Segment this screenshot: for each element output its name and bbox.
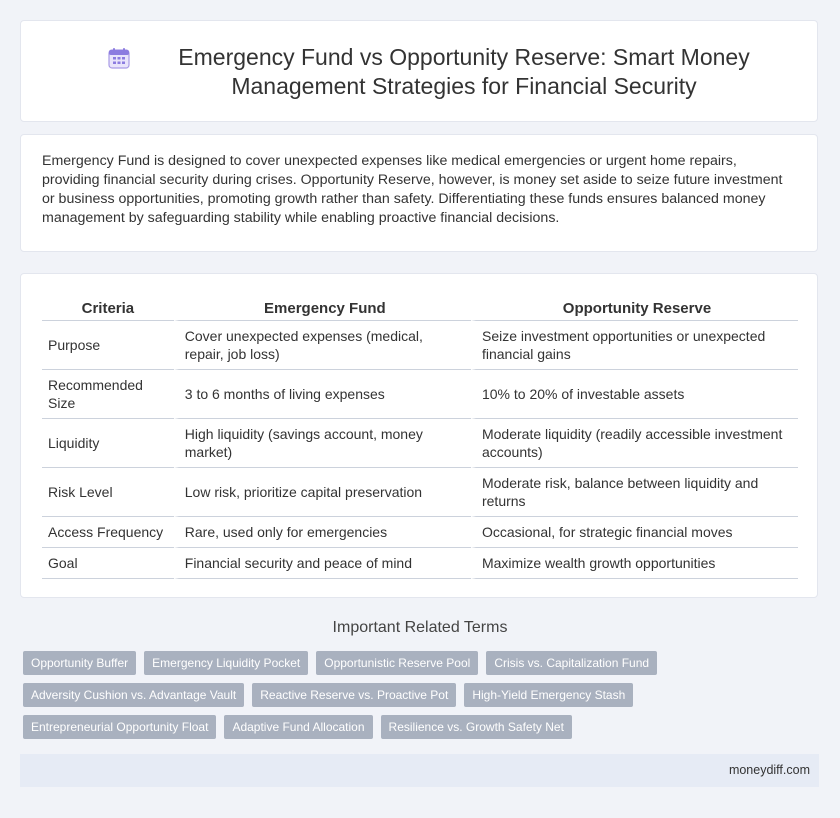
related-term-tag[interactable]: Emergency Liquidity Pocket xyxy=(144,651,309,675)
opportunity-reserve-cell: Moderate risk, balance between liquidity… xyxy=(470,468,798,517)
header-criteria: Criteria xyxy=(42,296,174,321)
title-card: Emergency Fund vs Opportunity Reserve: S… xyxy=(20,20,818,122)
comparison-table-card: Criteria Emergency Fund Opportunity Rese… xyxy=(20,273,818,598)
related-term-tag[interactable]: Adaptive Fund Allocation xyxy=(224,715,373,739)
table-row: Risk Level Low risk, prioritize capital … xyxy=(42,468,798,517)
header-emergency-fund: Emergency Fund xyxy=(173,296,471,321)
related-term-tag[interactable]: Crisis vs. Capitalization Fund xyxy=(486,651,658,675)
criteria-cell: Risk Level xyxy=(42,468,174,517)
page-title: Emergency Fund vs Opportunity Reserve: S… xyxy=(178,44,750,99)
table-row: Access Frequency Rare, used only for eme… xyxy=(42,517,798,548)
related-terms-heading: Important Related Terms xyxy=(332,619,508,636)
criteria-cell: Recommended Size xyxy=(42,370,174,419)
header-opportunity-reserve: Opportunity Reserve xyxy=(470,296,798,321)
intro-card: Emergency Fund is designed to cover unex… xyxy=(20,134,818,252)
related-term-tag[interactable]: Reactive Reserve vs. Proactive Pot xyxy=(252,683,457,707)
calendar-icon xyxy=(108,48,130,69)
table-row: Recommended Size 3 to 6 months of living… xyxy=(42,370,798,419)
related-terms-row: Entrepreneurial Opportunity Float Adapti… xyxy=(23,715,580,739)
intro-paragraph: Emergency Fund is designed to cover unex… xyxy=(42,153,783,226)
criteria-cell: Access Frequency xyxy=(42,517,174,548)
related-term-tag[interactable]: Opportunistic Reserve Pool xyxy=(316,651,479,675)
criteria-cell: Purpose xyxy=(42,321,174,370)
related-terms-row: Adversity Cushion vs. Advantage Vault Re… xyxy=(23,683,641,707)
opportunity-reserve-cell: Moderate liquidity (readily accessible i… xyxy=(470,419,798,468)
table-row: Goal Financial security and peace of min… xyxy=(42,548,798,579)
opportunity-reserve-cell: Seize investment opportunities or unexpe… xyxy=(470,321,798,370)
opportunity-reserve-cell: 10% to 20% of investable assets xyxy=(470,370,798,419)
emergency-fund-cell: Cover unexpected expenses (medical, repa… xyxy=(173,321,471,370)
related-terms-row: Opportunity Buffer Emergency Liquidity P… xyxy=(23,651,665,675)
criteria-cell: Goal xyxy=(42,548,174,579)
comparison-table: Criteria Emergency Fund Opportunity Rese… xyxy=(42,296,798,579)
related-term-tag[interactable]: High-Yield Emergency Stash xyxy=(464,683,634,707)
emergency-fund-cell: 3 to 6 months of living expenses xyxy=(173,370,471,419)
emergency-fund-cell: Rare, used only for emergencies xyxy=(173,517,471,548)
emergency-fund-cell: High liquidity (savings account, money m… xyxy=(173,419,471,468)
table-header-row: Criteria Emergency Fund Opportunity Rese… xyxy=(42,296,798,321)
related-term-tag[interactable]: Entrepreneurial Opportunity Float xyxy=(23,715,217,739)
emergency-fund-cell: Financial security and peace of mind xyxy=(173,548,471,579)
related-term-tag[interactable]: Opportunity Buffer xyxy=(23,651,137,675)
criteria-cell: Liquidity xyxy=(42,419,174,468)
emergency-fund-cell: Low risk, prioritize capital preservatio… xyxy=(173,468,471,517)
footer: moneydiff.com xyxy=(20,754,819,787)
table-row: Purpose Cover unexpected expenses (medic… xyxy=(42,321,798,370)
footer-site-link[interactable]: moneydiff.com xyxy=(729,763,810,777)
opportunity-reserve-cell: Occasional, for strategic financial move… xyxy=(470,517,798,548)
opportunity-reserve-cell: Maximize wealth growth opportunities xyxy=(470,548,798,579)
related-term-tag[interactable]: Adversity Cushion vs. Advantage Vault xyxy=(23,683,245,707)
table-row: Liquidity High liquidity (savings accoun… xyxy=(42,419,798,468)
related-term-tag[interactable]: Resilience vs. Growth Safety Net xyxy=(380,715,572,739)
